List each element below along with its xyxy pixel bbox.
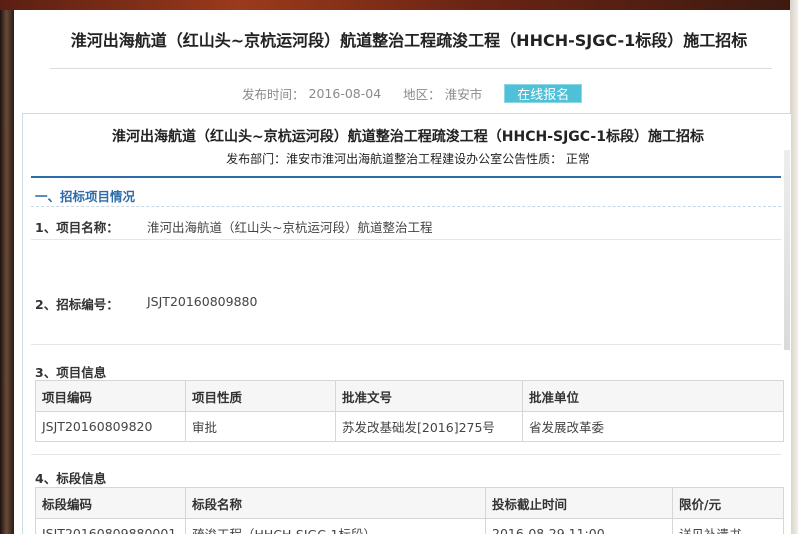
table-cell: 疏浚工程（HHCH-SJGC-1标段） [185, 518, 486, 534]
publish-date: 2016-08-04 [308, 85, 382, 101]
table-row: JSJT20160809820 审批 苏发改基础发[2016]275号 省发展改… [35, 411, 784, 442]
background-left [0, 0, 14, 534]
table-cell: 省发展改革委 [522, 411, 784, 442]
table-cell: JSJT20160809820 [35, 411, 186, 442]
bid-number-label: 2、招标编号： [35, 297, 119, 312]
project-info-label: 3、项目信息 [35, 365, 107, 380]
table-header: 标段名称 [185, 487, 486, 519]
notice-content: 淮河出海航道（红山头~京杭运河段）航道整治工程疏浚工程（HHCH-SJGC-1标… [22, 113, 792, 534]
table-header-row: 项目编码 项目性质 批准文号 批准单位 [35, 380, 784, 412]
table-header: 项目性质 [185, 380, 336, 412]
table-cell: 详见补遗书 [672, 518, 784, 534]
dashed-divider [31, 206, 781, 207]
project-name-label: 1、项目名称： [35, 220, 119, 235]
project-info-table: 项目编码 项目性质 批准文号 批准单位 JSJT20160809820 审批 苏… [35, 380, 784, 442]
table-cell: 苏发改基础发[2016]275号 [335, 411, 523, 442]
table-cell: 审批 [185, 411, 336, 442]
table-row: JSJT20160809880001 疏浚工程（HHCH-SJGC-1标段） 2… [35, 518, 784, 534]
publish-label: 发布时间： [242, 86, 305, 102]
online-apply-button[interactable]: 在线报名 [504, 83, 583, 103]
notice-meta: 发布时间： 2016-08-04 地区： 淮安市 在线报名 [242, 83, 583, 103]
region-label: 地区： [403, 86, 441, 102]
table-header-row: 标段编码 标段名称 投标截止时间 限价/元 [35, 487, 784, 519]
region-value: 淮安市 [444, 86, 483, 102]
table-header: 标段编码 [35, 487, 186, 519]
side-scrollbar[interactable] [784, 150, 790, 350]
row-divider [31, 454, 781, 455]
table-header: 项目编码 [35, 380, 186, 412]
table-header: 投标截止时间 [485, 487, 673, 519]
table-header: 批准文号 [335, 380, 523, 412]
row-divider [31, 239, 781, 240]
title-divider [50, 68, 772, 69]
table-cell: JSJT20160809880001 [35, 518, 186, 534]
table-cell: 2016-08-29 11:00 [485, 518, 673, 534]
table-header: 批准单位 [522, 380, 784, 412]
content-title: 淮河出海航道（红山头~京杭运河段）航道整治工程疏浚工程（HHCH-SJGC-1标… [112, 129, 704, 145]
section-divider [31, 176, 781, 178]
notice-page: 淮河出海航道（红山头~京杭运河段）航道整治工程疏浚工程（HHCH-SJGC-1标… [14, 10, 792, 534]
page-title: 淮河出海航道（红山头~京杭运河段）航道整治工程疏浚工程（HHCH-SJGC-1标… [70, 31, 748, 50]
background-top [0, 0, 798, 10]
project-name-value: 淮河出海航道（红山头~京杭运河段）航道整治工程 [147, 220, 433, 235]
row-divider [31, 344, 781, 345]
lot-info-table: 标段编码 标段名称 投标截止时间 限价/元 JSJT20160809880001… [35, 487, 784, 534]
table-header: 限价/元 [672, 487, 784, 519]
section-heading-bid-project: 一、招标项目情况 [35, 189, 136, 204]
bid-number-value: JSJT20160809880 [147, 294, 258, 309]
publishing-department: 发布部门：淮安市淮河出海航道整治工程建设办公室公告性质： 正常 [226, 152, 590, 166]
lot-info-label: 4、标段信息 [35, 471, 107, 486]
